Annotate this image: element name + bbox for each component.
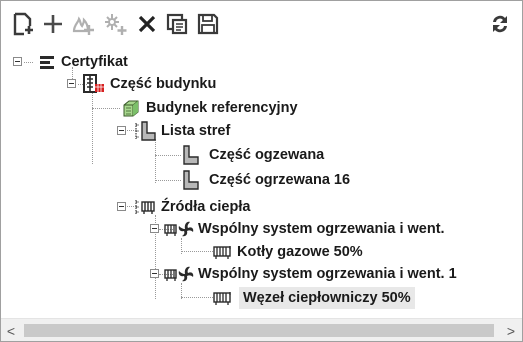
tree-node-zone[interactable]: Część ogzewana (182, 144, 324, 166)
collapse-toggle[interactable] (150, 269, 159, 278)
tree-node-label: Węzeł ciepłowniczy 50% (239, 287, 415, 309)
refresh-icon[interactable] (486, 10, 514, 38)
reference-building-icon (123, 100, 139, 117)
tree-node-certificate[interactable]: Certyfikat (39, 51, 128, 73)
tree-node-zone-list[interactable]: Lista stref (134, 120, 230, 142)
tree-node-label: Część ogzewana (209, 147, 325, 163)
zone-icon (183, 170, 199, 190)
heating-system-icon (164, 266, 194, 282)
add-icon[interactable] (39, 10, 67, 38)
tree-view: Certyfikat Część budynku Budynek referen… (1, 47, 522, 317)
collapse-toggle[interactable] (117, 202, 126, 211)
scroll-right-button[interactable]: > (501, 319, 521, 341)
collapse-toggle[interactable] (150, 224, 159, 233)
delete-icon[interactable] (133, 10, 161, 38)
zone-icon (183, 145, 199, 165)
tree-node-label: Część ogrzewana 16 (209, 172, 351, 188)
tree-node-heat-source[interactable]: Kotły gazowe 50% (213, 241, 363, 263)
tree-node-reference-building[interactable]: Budynek referencyjny (122, 97, 298, 119)
building-part-icon (83, 74, 104, 93)
copy-icon[interactable] (163, 10, 191, 38)
save-icon[interactable] (194, 10, 222, 38)
tree-node-label: Źródła ciepła (161, 199, 251, 215)
tree-node-heating-system[interactable]: Wspólny system ogrzewania i went. 1 (164, 263, 457, 285)
new-document-icon[interactable] (9, 10, 37, 38)
tree-node-label: Część budynku (110, 76, 217, 92)
tree-node-heat-sources[interactable]: Źródła ciepła (134, 196, 250, 218)
tree-node-label: Certyfikat (61, 54, 128, 70)
add-source-icon[interactable] (69, 10, 97, 38)
collapse-toggle[interactable] (13, 57, 22, 66)
tree-panel: Certyfikat Część budynku Budynek referen… (0, 0, 523, 342)
collapse-toggle[interactable] (67, 79, 76, 88)
tree-node-building-part[interactable]: Część budynku (83, 73, 216, 95)
tree-node-heat-source-selected[interactable]: Węzeł ciepłowniczy 50% (213, 287, 415, 309)
zone-list-icon (135, 121, 156, 141)
tree-node-label: Budynek referencyjny (146, 100, 298, 116)
scrollbar-thumb[interactable] (24, 324, 494, 337)
tree-node-label: Wspólny system ogrzewania i went. 1 (198, 266, 457, 282)
collapse-toggle[interactable] (117, 126, 126, 135)
chevron-left-icon: < (6, 322, 16, 339)
radiator-icon (213, 292, 231, 305)
radiator-icon (213, 246, 231, 259)
horizontal-scrollbar[interactable]: < > (1, 318, 522, 341)
tree-node-label: Lista stref (161, 123, 231, 139)
scroll-left-button[interactable]: < (1, 319, 21, 341)
add-system-icon[interactable] (101, 10, 129, 38)
heat-sources-icon (135, 200, 155, 214)
chevron-right-icon: > (506, 322, 516, 339)
toolbar (1, 1, 522, 47)
tree-node-heating-system[interactable]: Wspólny system ogrzewania i went. (164, 218, 445, 240)
tree-node-label: Kotły gazowe 50% (237, 244, 363, 260)
heating-system-icon (164, 221, 194, 237)
certificate-icon (40, 56, 54, 69)
tree-node-label: Wspólny system ogrzewania i went. (198, 221, 445, 237)
tree-node-zone[interactable]: Część ogrzewana 16 (182, 169, 350, 191)
